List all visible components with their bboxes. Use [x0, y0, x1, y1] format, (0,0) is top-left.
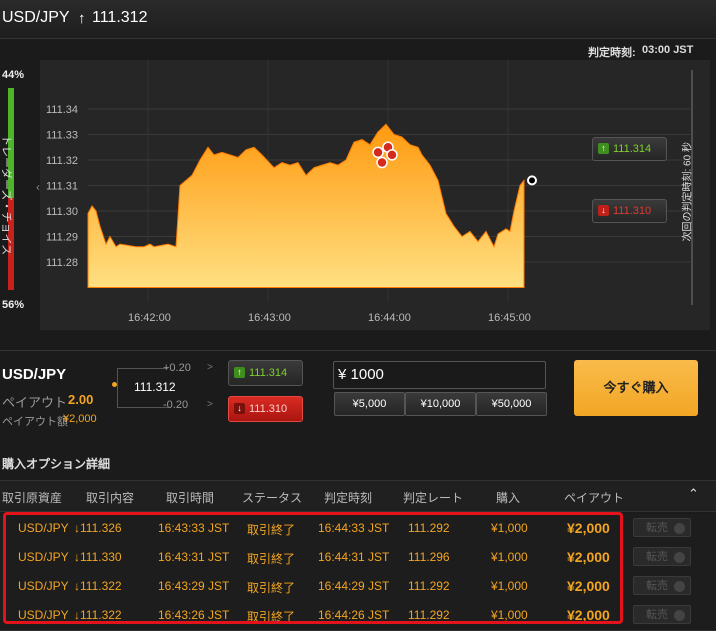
payout-amount-label: ペイアウト額 [2, 416, 68, 428]
resell-button[interactable]: 転売 [633, 576, 691, 595]
payout-label: ペイアウト [2, 395, 68, 410]
arrow-right-circle-icon [674, 609, 685, 621]
resell-label: 転売 [646, 580, 668, 592]
resell-label: 転売 [646, 551, 668, 563]
arrow-right-circle-icon [674, 522, 685, 534]
col-content: 取引内容 [86, 491, 135, 505]
y-tick-label: 111.30 [46, 206, 78, 218]
divider [0, 350, 716, 351]
expiry-time: 03:00 JST [642, 44, 694, 56]
chart-high-button[interactable]: ↑ 111.314 [592, 137, 667, 161]
collapse-icon[interactable]: ⌃ [688, 486, 699, 502]
strike-plus: +0.20 [163, 362, 191, 374]
trade-asset: USD/JPY [2, 366, 67, 383]
price-area [87, 123, 525, 288]
expiry-label: 判定時刻: [588, 47, 636, 59]
x-tick-label: 16:44:00 [368, 312, 411, 324]
arrow-right-circle-icon [674, 580, 685, 592]
chart-svg: 111.34 111.33 111.32 111.31 111.30 111.29 111.… [46, 60, 693, 324]
x-tick-label: 16:45:00 [488, 312, 531, 324]
quick-amount-5000-button[interactable]: ¥5,000 [334, 392, 405, 416]
chart-high-value: 111.314 [613, 143, 652, 155]
arrow-right-circle-icon [674, 551, 685, 563]
resell-button[interactable]: 転売 [633, 518, 691, 537]
arrow-up-icon: ↑ [234, 367, 245, 378]
y-tick-label: 111.33 [46, 130, 78, 142]
trade-marker [376, 156, 388, 169]
amount-value: ¥ 1000 [338, 366, 384, 383]
col-rate: 判定レート [403, 491, 464, 505]
sentiment-bottom-percent: 56% [2, 299, 25, 311]
high-value: 111.314 [249, 367, 288, 379]
chevron-right-icon: > [207, 399, 213, 410]
next-expiry-label: 次回の判定時刻: 60 秒 [682, 142, 694, 242]
strike-minus: -0.20 [163, 399, 189, 411]
col-expiry: 判定時刻 [324, 491, 373, 505]
trade-marker [386, 149, 398, 161]
quick-amount-50000-button[interactable]: ¥50,000 [476, 392, 547, 416]
resell-button[interactable]: 転売 [633, 547, 691, 566]
resell-label: 転売 [646, 609, 668, 621]
col-payout: ペイアウト [564, 491, 625, 505]
low-button[interactable]: ↓ 111.310 [228, 396, 303, 422]
chart-low-button[interactable]: ↓ 111.310 [592, 199, 667, 223]
trade-marker [372, 146, 384, 159]
current-rate-dot [112, 382, 117, 387]
options-section-title: 購入オプション詳細 [2, 457, 111, 471]
highlight-box [3, 512, 623, 624]
y-tick-label: 111.31 [46, 181, 78, 193]
arrow-down-icon: ↓ [234, 403, 245, 414]
sentiment-top-percent: 44% [2, 69, 25, 81]
asset-title: USD/JPY [2, 9, 70, 26]
y-tick-label: 111.29 [46, 232, 78, 244]
y-tick-label: 111.28 [46, 257, 78, 269]
low-value: 111.310 [249, 403, 288, 415]
payout-value: 2.00 [68, 392, 94, 407]
high-button[interactable]: ↑ 111.314 [228, 360, 303, 386]
col-status: ステータス [242, 491, 303, 505]
x-tick-label: 16:42:00 [128, 312, 171, 324]
y-tick-label: 111.32 [46, 155, 78, 167]
resell-label: 転売 [646, 522, 668, 534]
sentiment-label: トレーダーズ・チョイス [0, 135, 12, 256]
chart-low-value: 111.310 [613, 205, 652, 217]
chevron-right-icon: > [207, 362, 213, 373]
x-tick-label: 16:43:00 [248, 312, 291, 324]
col-purchase: 購入 [496, 491, 521, 505]
current-rate: 111.312 [134, 380, 176, 394]
col-time: 取引時間 [166, 491, 215, 505]
y-tick-label: 111.34 [46, 104, 78, 116]
arrow-down-icon: ↓ [598, 205, 609, 216]
col-asset: 取引原資産 [2, 491, 63, 505]
current-price-dot [527, 175, 537, 186]
quick-amount-10000-button[interactable]: ¥10,000 [405, 392, 476, 416]
rate-up-arrow-icon: ↑ [78, 10, 86, 27]
price-chart: 111.34 111.33 111.32 111.31 111.30 111.29 111.… [40, 60, 710, 330]
buy-now-button[interactable]: 今すぐ購入 [574, 360, 698, 416]
resell-button[interactable]: 転売 [633, 605, 691, 624]
payout-amount-value: ¥2,000 [63, 413, 97, 425]
header-rate: 111.312 [92, 9, 148, 26]
arrow-up-icon: ↑ [598, 143, 609, 154]
